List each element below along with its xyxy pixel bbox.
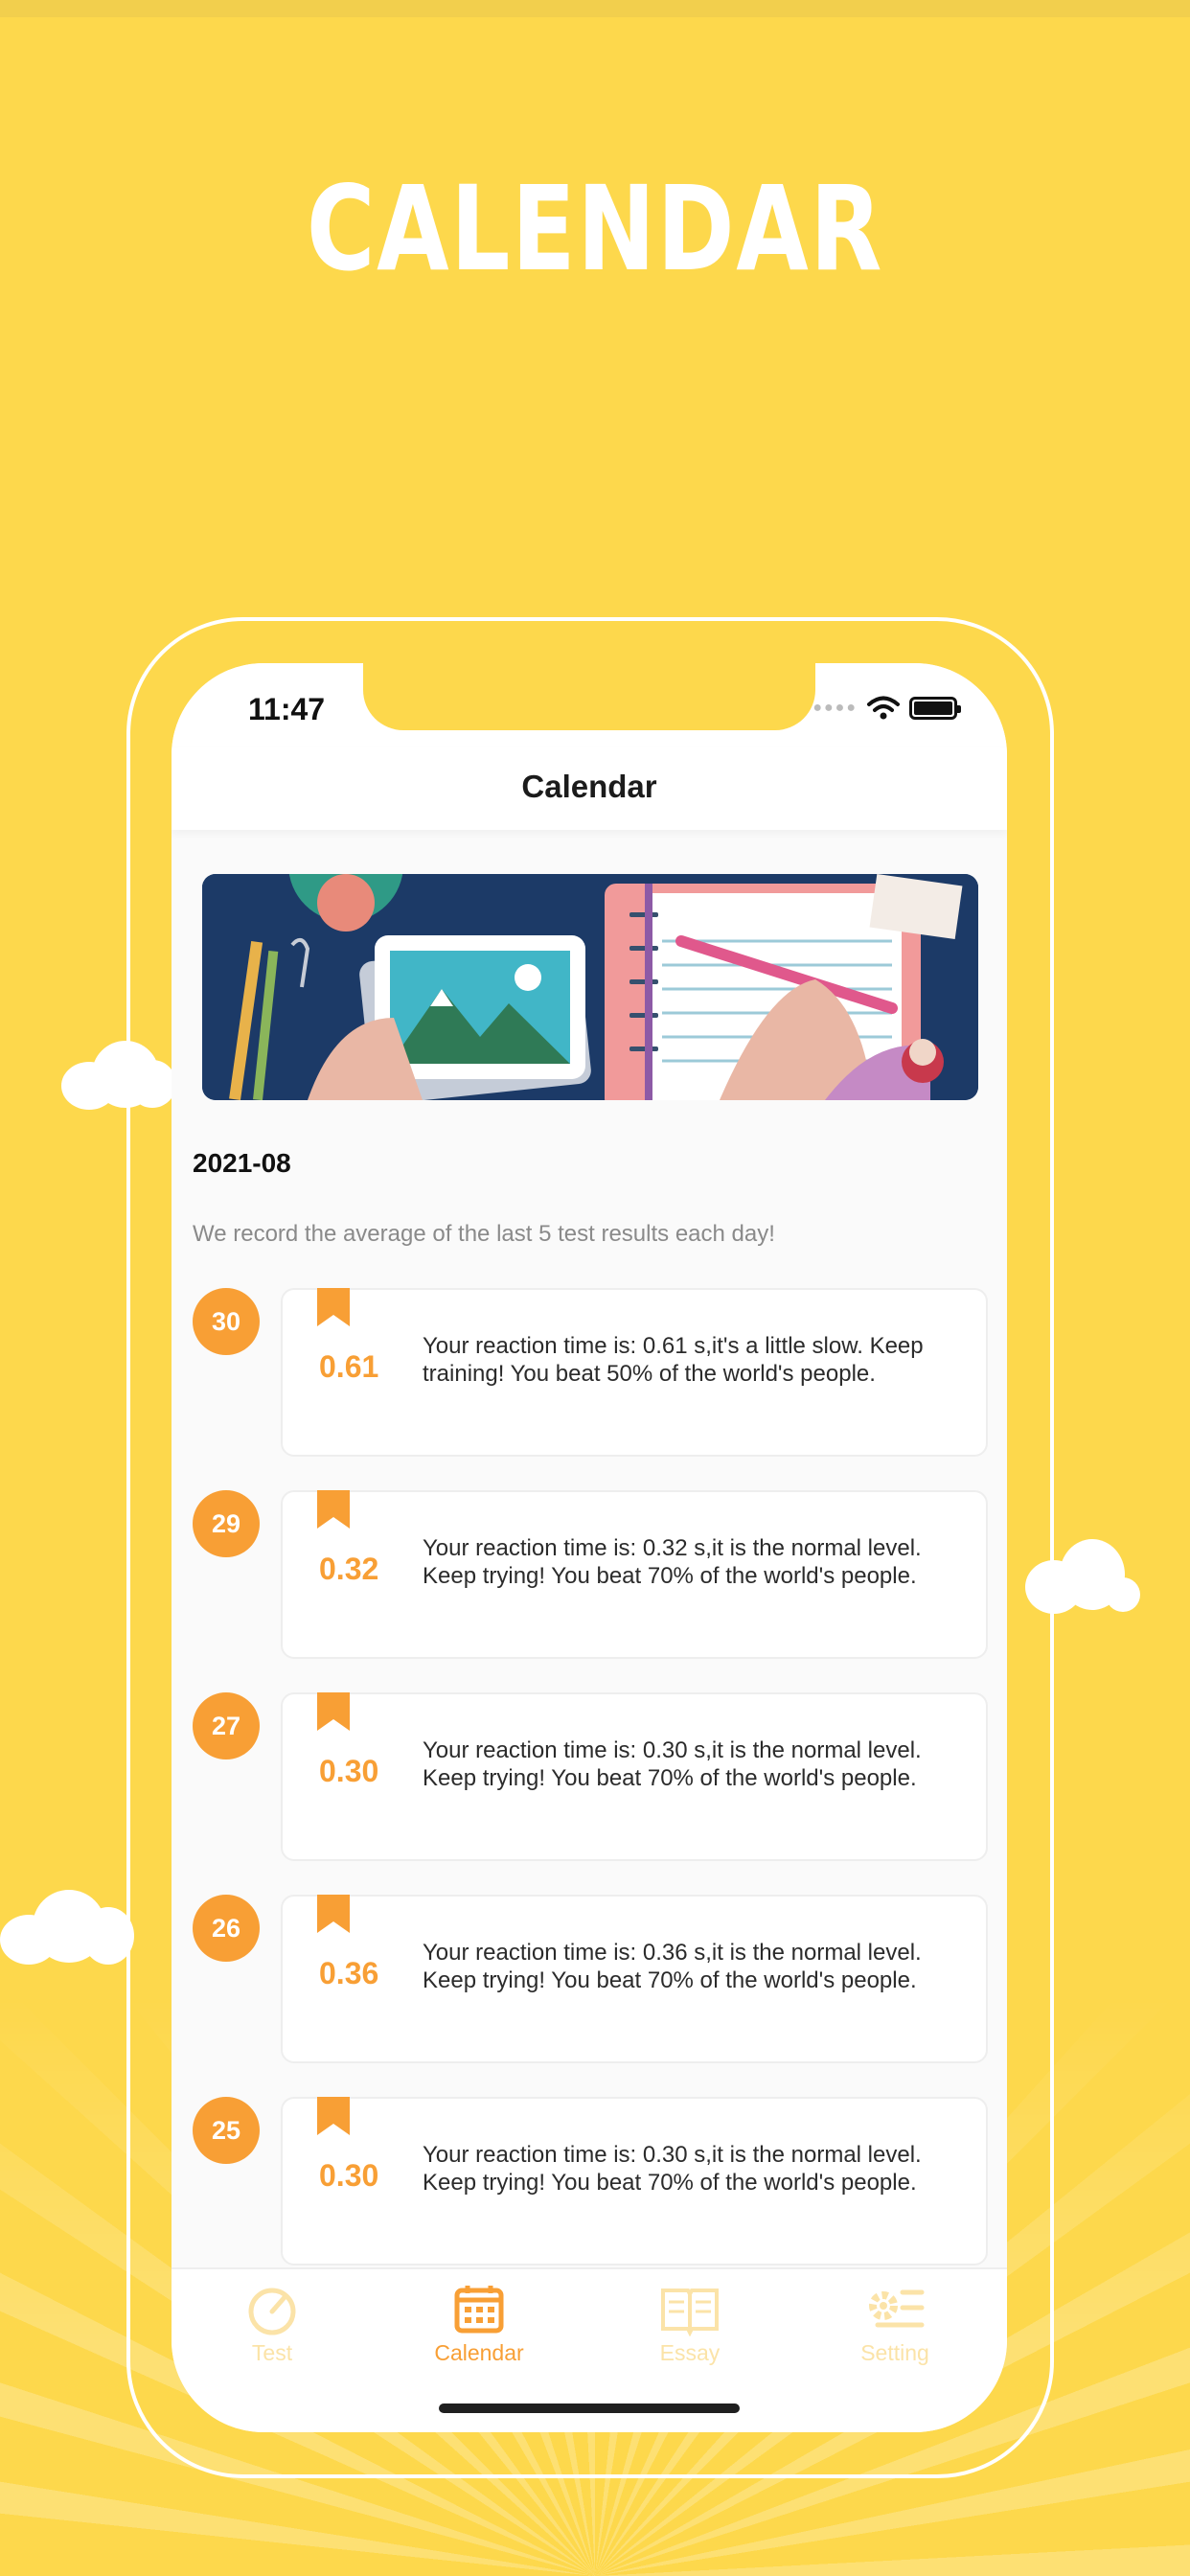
score-value: 0.30 [319,1754,379,1788]
diary-banner-image [202,874,978,1100]
signal-dots-icon: ●●●● [812,700,858,716]
result-card[interactable]: 0.36 Your reaction time is: 0.36 s,it is … [281,1895,988,2063]
day-badge: 25 [193,2097,260,2164]
score-value: 0.61 [319,1349,379,1384]
result-card[interactable]: 0.30 Your reaction time is: 0.30 s,it is … [281,2097,988,2266]
book-icon [661,2288,719,2336]
cloud-left-bottom [0,1882,134,1968]
speedometer-icon [248,2288,296,2335]
bookmark-icon [317,2097,350,2135]
result-description: Your reaction time is: 0.61 s,it's a lit… [423,1333,924,1387]
calendar-entry[interactable]: 27 0.30 Your reaction time is: 0.30 s,it i… [172,1692,1007,1861]
tab-calendar[interactable]: Calendar [407,2283,551,2366]
phone-screen: 11:47 ●●●● Calendar 2021-08 We record th… [172,663,1007,2432]
wifi-icon [867,696,900,720]
tab-essay-label: Essay [659,2340,721,2365]
bookmark-icon [317,1288,350,1326]
score-value: 0.32 [319,1552,379,1586]
status-time: 11:47 [248,692,326,726]
tab-setting[interactable]: Setting [823,2283,967,2366]
calendar-entry[interactable]: 30 0.61 Your reaction time is: 0.61 s,it's… [172,1288,1007,1457]
result-description: Your reaction time is: 0.36 s,it is the … [423,1940,922,1993]
day-badge: 27 [193,1692,260,1760]
calendar-entry[interactable]: 25 0.30 Your reaction time is: 0.30 s,it i… [172,2097,1007,2266]
promo-headline: CALENDAR [306,161,884,297]
battery-icon [909,697,961,720]
tab-test-label: Test [251,2340,293,2365]
nav-title: Calendar [521,769,657,804]
calendar-entry[interactable]: 29 0.32 Your reaction time is: 0.32 s,it i… [172,1490,1007,1659]
nav-bar: Calendar [172,748,1007,830]
calendar-entry[interactable]: 26 0.36 Your reaction time is: 0.36 s,it i… [172,1895,1007,2063]
status-bar: 11:47 ●●●● [172,663,1007,748]
result-description: Your reaction time is: 0.30 s,it is the … [423,2142,922,2196]
home-indicator [439,2404,740,2413]
status-icons: ●●●● [812,696,961,721]
day-badge: 26 [193,1895,260,1962]
tab-essay[interactable]: Essay [618,2283,762,2366]
top-strip [0,0,1190,17]
notice-text: We record the average of the last 5 test… [193,1221,775,1247]
tab-calendar-label: Calendar [434,2340,524,2365]
bookmark-icon [317,1895,350,1933]
result-card[interactable]: 0.30 Your reaction time is: 0.30 s,it is … [281,1692,988,1861]
score-value: 0.30 [319,2158,379,2193]
tab-setting-label: Setting [860,2340,929,2365]
gear-icon [869,2289,925,2328]
result-description: Your reaction time is: 0.30 s,it is the … [423,1737,922,1791]
bookmark-icon [317,1692,350,1731]
result-card[interactable]: 0.61 Your reaction time is: 0.61 s,it's a… [281,1288,988,1457]
day-badge: 30 [193,1288,260,1355]
month-label[interactable]: 2021-08 [193,1148,291,1179]
result-card[interactable]: 0.32 Your reaction time is: 0.32 s,it is … [281,1490,988,1659]
calendar-icon [454,2286,504,2334]
result-description: Your reaction time is: 0.32 s,it is the … [423,1535,922,1589]
tab-test[interactable]: Test [200,2283,344,2366]
day-badge: 29 [193,1490,260,1557]
notch [363,663,815,730]
score-value: 0.36 [319,1956,379,1990]
bookmark-icon [317,1490,350,1529]
